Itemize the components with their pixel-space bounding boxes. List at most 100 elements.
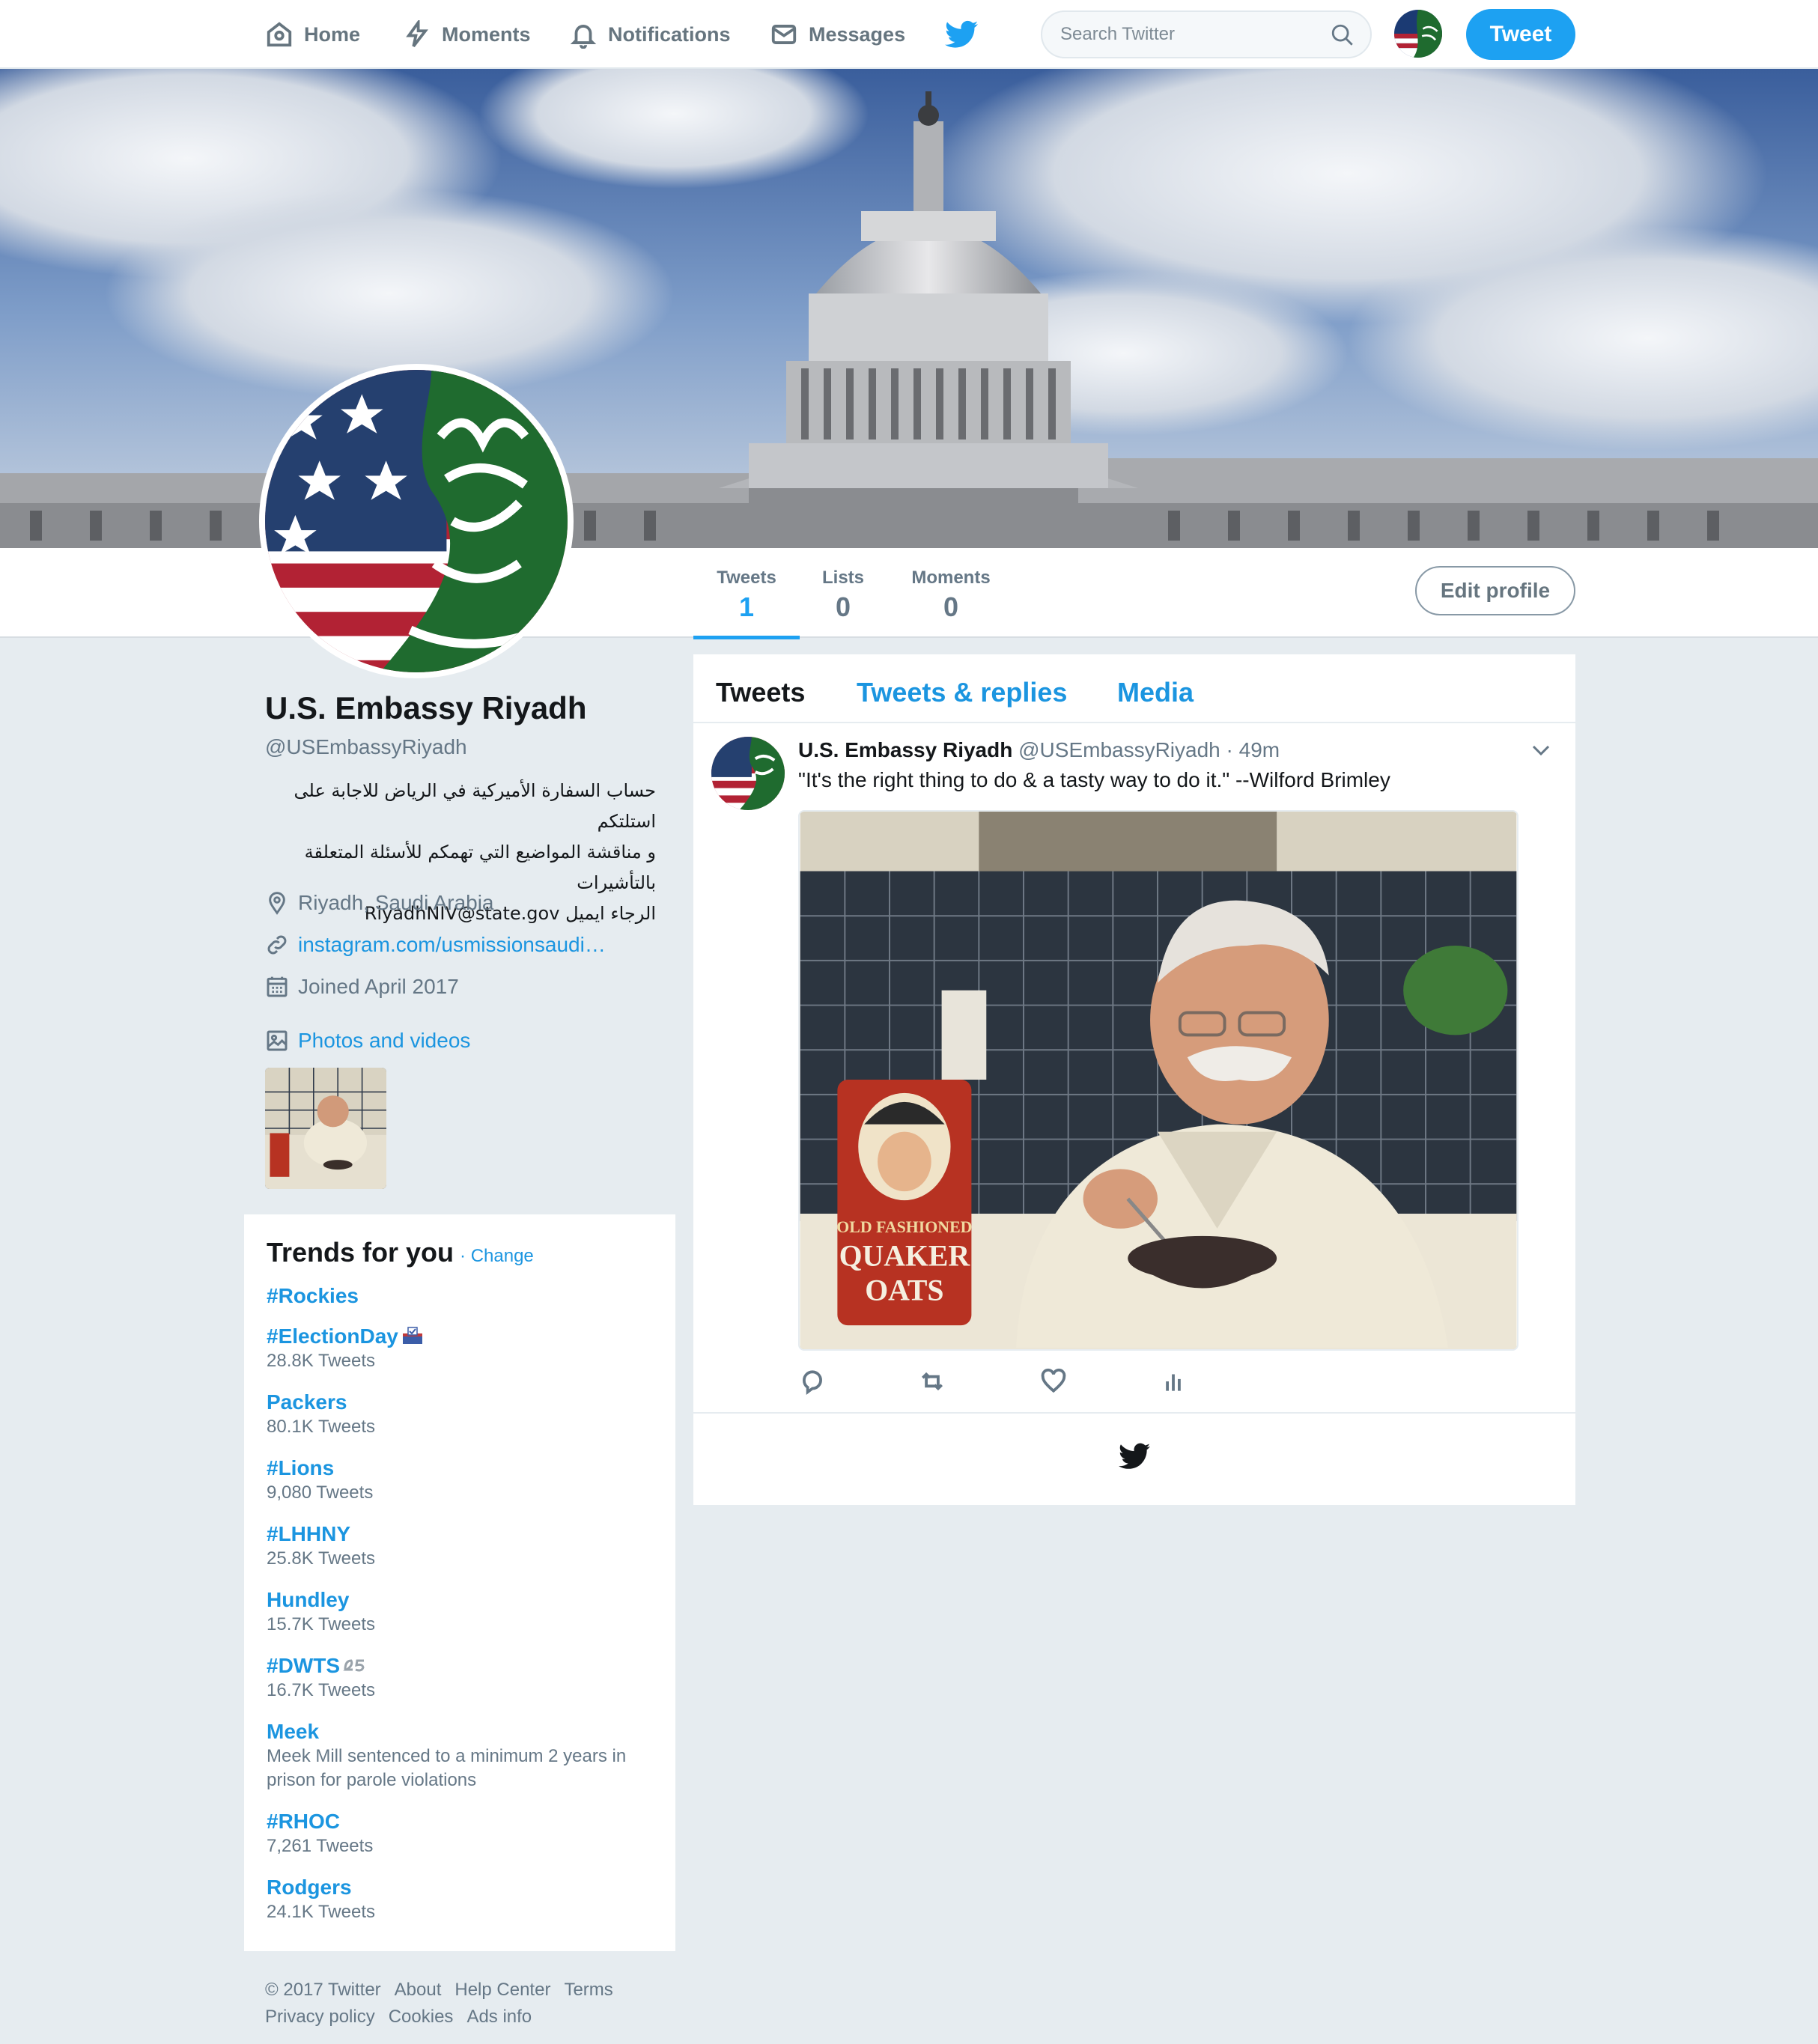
trend-count: 28.8K Tweets bbox=[267, 1351, 375, 1371]
retweet-button[interactable] bbox=[918, 1367, 948, 1397]
trend-item[interactable]: #LHHNY 25.8K Tweets bbox=[267, 1521, 656, 1571]
trend-name-text[interactable]: #DWTS bbox=[267, 1654, 340, 1677]
footer-privacy-link[interactable]: Privacy policy bbox=[265, 2007, 375, 2027]
timeline: Tweets Tweets & replies Media U.S. Embas… bbox=[693, 654, 1575, 1505]
nav-home[interactable]: Home bbox=[265, 0, 360, 69]
tweet-media-image[interactable]: OLD FASHIONED QUAKER OATS bbox=[798, 810, 1518, 1351]
oats-box-label-quaker: QUAKER bbox=[839, 1240, 971, 1273]
nav-messages[interactable]: Messages bbox=[770, 0, 905, 69]
link-icon bbox=[267, 935, 287, 955]
footer-about-link[interactable]: About bbox=[395, 1980, 442, 2000]
trend-item[interactable]: #Lions 9,080 Tweets bbox=[267, 1456, 656, 1505]
profile-avatar[interactable] bbox=[259, 364, 574, 678]
trend-name[interactable]: Rodgers bbox=[267, 1875, 656, 1900]
tweet-handle-time[interactable]: @USEmbassyRiyadh · 49m bbox=[1018, 738, 1280, 761]
trend-count: 24.1K Tweets bbox=[267, 1902, 375, 1922]
trends-header: Trends for you · Change bbox=[267, 1237, 534, 1268]
trends-title: Trends for you bbox=[267, 1237, 454, 1268]
retweet-icon bbox=[921, 1372, 943, 1391]
bio-line: حساب السفارة الأميركية في الرياض للاجابة… bbox=[294, 780, 656, 832]
trends-change-link[interactable]: · Change bbox=[460, 1246, 534, 1266]
ballot-box-icon bbox=[401, 1326, 424, 1345]
stat-lists[interactable]: Lists 0 bbox=[816, 548, 870, 638]
stat-moments-label: Moments bbox=[911, 568, 991, 588]
search-input[interactable] bbox=[1059, 21, 1313, 48]
footer-copyright: © 2017 Twitter bbox=[265, 1980, 381, 2000]
tweet-author-name[interactable]: U.S. Embassy Riyadh bbox=[798, 738, 1012, 761]
stat-moments[interactable]: Moments 0 bbox=[903, 548, 999, 638]
account-avatar[interactable] bbox=[1394, 10, 1442, 58]
trend-name[interactable]: Packers bbox=[267, 1390, 656, 1415]
tweet-text: "It's the right thing to do & a tasty wa… bbox=[798, 768, 1390, 791]
tab-media[interactable]: Media bbox=[1117, 677, 1194, 708]
top-navigation-bar: Home Moments Notifications Messages Twee… bbox=[0, 0, 1818, 69]
trend-name[interactable]: #ElectionDay bbox=[267, 1324, 656, 1349]
trend-count: 25.8K Tweets bbox=[267, 1548, 375, 1569]
tweet-header: U.S. Embassy Riyadh @USEmbassyRiyadh · 4… bbox=[798, 738, 1280, 762]
trend-count: 9,080 Tweets bbox=[267, 1482, 374, 1503]
nav-moments-label: Moments bbox=[442, 22, 531, 46]
trend-item[interactable]: Packers 80.1K Tweets bbox=[267, 1390, 656, 1439]
footer-cookies-link[interactable]: Cookies bbox=[389, 2007, 454, 2027]
photos-videos-link[interactable]: Photos and videos bbox=[265, 1029, 470, 1053]
trend-item[interactable]: #Rockies bbox=[267, 1283, 656, 1309]
location-text: Riyadh, Saudi Arabia bbox=[298, 891, 494, 914]
dwts-25-icon bbox=[341, 1655, 368, 1673]
trend-description: Meek Mill sentenced to a minimum 2 years… bbox=[267, 1746, 627, 1790]
trend-item[interactable]: #ElectionDay 28.8K Tweets bbox=[267, 1324, 656, 1373]
profile-location: Riyadh, Saudi Arabia bbox=[265, 891, 494, 915]
media-thumbnail[interactable] bbox=[265, 1068, 386, 1189]
trend-item[interactable]: #DWTS 16.7K Tweets bbox=[267, 1653, 656, 1703]
trends-panel: Trends for you · Change #Rockies #Electio… bbox=[244, 1214, 675, 1951]
edit-profile-button[interactable]: Edit profile bbox=[1415, 566, 1575, 615]
trend-name[interactable]: Hundley bbox=[267, 1587, 656, 1613]
calendar-icon bbox=[267, 976, 288, 997]
analytics-button[interactable] bbox=[1159, 1367, 1189, 1397]
reply-button[interactable] bbox=[798, 1367, 828, 1397]
nav-moments[interactable]: Moments bbox=[403, 0, 531, 69]
location-pin-icon bbox=[269, 892, 285, 915]
footer-terms-link[interactable]: Terms bbox=[564, 1980, 612, 2000]
trend-name[interactable]: #LHHNY bbox=[267, 1521, 656, 1547]
website-link[interactable]: instagram.com/usmissionsaudi… bbox=[298, 933, 606, 957]
chevron-down-icon[interactable] bbox=[1530, 743, 1551, 758]
bio-line: و مناقشة المواضيع التي تهمكم للأسئلة الم… bbox=[304, 842, 656, 893]
trend-name-text[interactable]: #ElectionDay bbox=[267, 1324, 398, 1348]
search-box bbox=[1041, 10, 1372, 58]
stat-tweets[interactable]: Tweets 1 bbox=[693, 548, 800, 639]
trend-name[interactable]: #DWTS bbox=[267, 1653, 656, 1679]
moments-icon bbox=[406, 20, 428, 47]
footer-row: © 2017 Twitter About Help Center Terms bbox=[265, 1977, 654, 2004]
oats-box-label-top: OLD FASHIONED bbox=[836, 1218, 972, 1236]
analytics-icon bbox=[1166, 1374, 1181, 1391]
like-button[interactable] bbox=[1039, 1367, 1069, 1397]
twitter-bird-icon[interactable] bbox=[945, 19, 978, 49]
trend-name[interactable]: Meek bbox=[267, 1719, 656, 1745]
footer-help-link[interactable]: Help Center bbox=[454, 1980, 550, 2000]
profile-joined: Joined April 2017 bbox=[265, 975, 459, 999]
trend-count: 7,261 Tweets bbox=[267, 1836, 374, 1856]
nav-messages-label: Messages bbox=[809, 22, 906, 46]
twitter-bird-icon bbox=[1119, 1443, 1150, 1469]
nav-notifications[interactable]: Notifications bbox=[569, 0, 731, 69]
trend-name[interactable]: #Lions bbox=[267, 1456, 656, 1481]
trend-item[interactable]: Meek Meek Mill sentenced to a minimum 2 … bbox=[267, 1719, 656, 1792]
nav-notifications-label: Notifications bbox=[608, 22, 731, 46]
tweet-button[interactable]: Tweet bbox=[1466, 9, 1575, 60]
photos-videos-label[interactable]: Photos and videos bbox=[298, 1029, 470, 1053]
search-icon[interactable] bbox=[1330, 22, 1355, 48]
tweet-avatar[interactable] bbox=[711, 737, 785, 810]
trend-item[interactable]: #RHOC 7,261 Tweets bbox=[267, 1809, 656, 1858]
reply-icon bbox=[803, 1370, 822, 1396]
tab-tweets[interactable]: Tweets bbox=[716, 677, 805, 708]
footer-row: Privacy policy Cookies Ads info bbox=[265, 2004, 654, 2031]
footer-ads-link[interactable]: Ads info bbox=[466, 2007, 532, 2027]
trend-name[interactable]: #Rockies bbox=[267, 1283, 656, 1309]
trend-item[interactable]: Rodgers 24.1K Tweets bbox=[267, 1875, 656, 1924]
profile-website[interactable]: instagram.com/usmissionsaudi… bbox=[265, 933, 606, 957]
nav-home-label: Home bbox=[304, 22, 361, 46]
trend-item[interactable]: Hundley 15.7K Tweets bbox=[267, 1587, 656, 1637]
tab-tweets-replies[interactable]: Tweets & replies bbox=[857, 677, 1067, 708]
trend-name[interactable]: #RHOC bbox=[267, 1809, 656, 1834]
timeline-tabs: Tweets Tweets & replies Media bbox=[693, 654, 1575, 723]
